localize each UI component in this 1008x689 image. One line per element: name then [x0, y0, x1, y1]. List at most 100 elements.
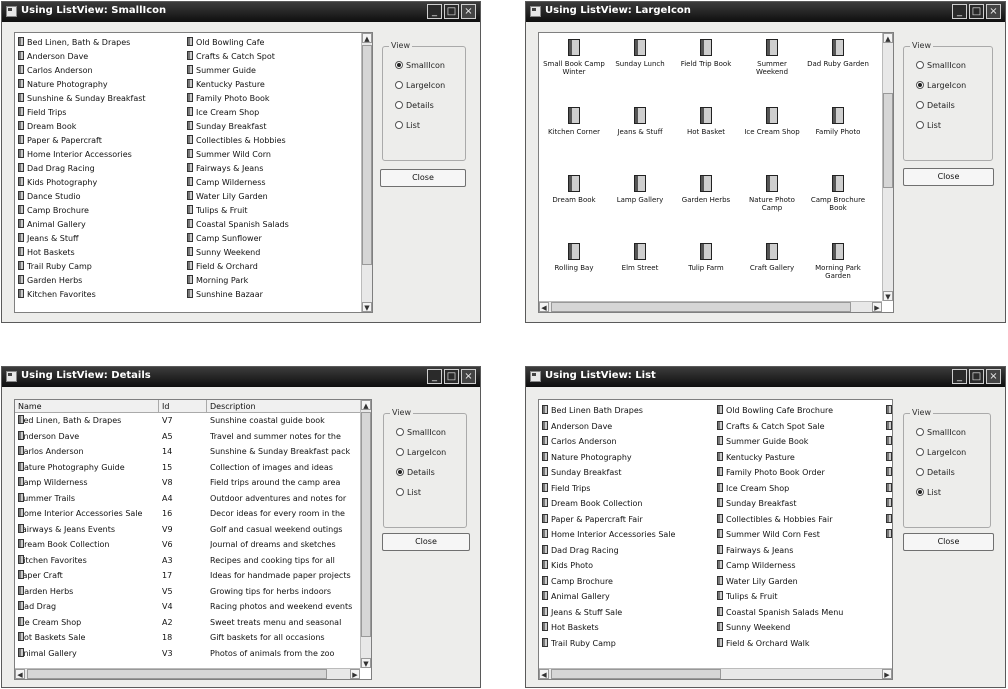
list-item[interactable]: Trail Ruby Camp	[542, 637, 712, 649]
list-item[interactable]: Jeans & Stuff Sale	[542, 606, 712, 618]
icon-item[interactable]: Craft Gallery	[741, 243, 803, 303]
view-radio-list[interactable]: List	[396, 488, 421, 497]
list-item[interactable]: Old Bowling Cafe Brochure	[717, 405, 882, 416]
list-item[interactable]: Sunny Weekend	[187, 247, 357, 258]
icon-item[interactable]: Family Photo	[807, 107, 869, 167]
icon-item[interactable]: Hot Basket	[675, 107, 737, 167]
view-radio-smallicon[interactable]: SmallIcon	[916, 61, 966, 70]
title-bar[interactable]: Using ListView: Details _ □ ×	[2, 367, 480, 387]
column-header-id[interactable]: Id	[159, 400, 207, 413]
close-button[interactable]: ×	[461, 4, 476, 19]
icon-item[interactable]: Jeans & Stuff	[609, 107, 671, 167]
list-item[interactable]: Crafts & Catch Spot Sale	[717, 420, 882, 432]
close-action-button[interactable]: Close	[903, 168, 994, 186]
vertical-scrollbar[interactable]: ▲ ▼	[360, 400, 371, 668]
icon-item[interactable]: Garden Herbs	[675, 175, 737, 235]
list-item[interactable]: Nature Photography	[18, 79, 183, 90]
listview-small-icons[interactable]: ▲ ▼ Bed Linen, Bath & Drapes Anderson Dav…	[14, 32, 373, 313]
minimize-button[interactable]: _	[427, 4, 442, 19]
maximize-button[interactable]: □	[969, 4, 984, 19]
scroll-thumb[interactable]	[361, 412, 371, 637]
scroll-up-arrow[interactable]: ▲	[362, 33, 372, 43]
title-bar[interactable]: Using ListView: List _ □ ×	[526, 367, 1005, 387]
list-item[interactable]: Hot Baskets	[542, 622, 712, 633]
list-item[interactable]: Dream Book Collection	[542, 498, 712, 509]
scroll-right-arrow[interactable]: ▶	[872, 302, 882, 312]
scroll-thumb-horizontal[interactable]	[27, 669, 327, 679]
list-item[interactable]: Trail Ruby Camp	[18, 261, 183, 272]
list-item[interactable]: Summer Wild Corn Fest	[717, 529, 882, 540]
horizontal-scrollbar[interactable]: ◀ ▶	[539, 668, 892, 679]
list-item[interactable]: Bed Linen, Bath & Drapes	[18, 37, 183, 48]
scroll-up-arrow[interactable]: ▲	[883, 33, 893, 43]
list-item[interactable]: Anderson Dave	[18, 51, 183, 62]
list-item[interactable]: Paper & Papercraft Fair	[542, 513, 712, 525]
list-item[interactable]: Old Bowling Cafe	[187, 37, 357, 48]
table-row[interactable]: Nature Photography Guide 15 Collection of …	[15, 461, 360, 473]
minimize-button[interactable]: _	[427, 369, 442, 384]
view-radio-details[interactable]: Details	[916, 468, 955, 477]
list-item[interactable]: Water Lily Garden	[187, 191, 357, 202]
view-radio-details[interactable]: Details	[396, 468, 435, 477]
list-item[interactable]: Sunday Breakfast	[717, 498, 882, 509]
list-item[interactable]: Fairways & Jeans	[717, 544, 882, 556]
icon-item[interactable]: Tulip Farm	[675, 243, 737, 303]
icon-item[interactable]: Small Book Camp Winter	[543, 39, 605, 99]
scroll-thumb-horizontal[interactable]	[551, 302, 851, 312]
scroll-up-arrow[interactable]: ▲	[361, 400, 371, 410]
view-radio-largeicon[interactable]: LargeIcon	[395, 81, 445, 90]
list-item[interactable]: Family Photo Book	[187, 93, 357, 104]
list-item[interactable]: Fairways & Jeans	[187, 163, 357, 174]
list-item[interactable]: Carlos Anderson	[18, 65, 183, 76]
list-item[interactable]: Sunny Weekend	[717, 622, 882, 633]
view-radio-smallicon[interactable]: SmallIcon	[395, 61, 445, 70]
list-item[interactable]: Dream Book	[18, 121, 183, 132]
close-action-button[interactable]: Close	[903, 533, 994, 551]
table-row[interactable]: Paper Craft 17 Ideas for handmade paper pr…	[15, 570, 360, 581]
icon-item[interactable]: Rolling Bay	[543, 243, 605, 303]
view-radio-list[interactable]: List	[916, 488, 941, 497]
icon-item[interactable]: Lamp Gallery	[609, 175, 671, 235]
scroll-down-arrow[interactable]: ▼	[361, 658, 371, 668]
view-radio-list[interactable]: List	[916, 121, 941, 130]
list-item[interactable]: Nature Photography	[542, 451, 712, 463]
maximize-button[interactable]: □	[969, 369, 984, 384]
column-header-name[interactable]: Name	[15, 400, 159, 413]
list-item[interactable]: Camp Wilderness	[717, 560, 882, 571]
table-row[interactable]: Fairways & Jeans Events V9 Golf and casual…	[15, 523, 360, 535]
list-item[interactable]: Home Interior Accessories	[18, 149, 183, 160]
table-row[interactable]: Dream Book Collection V6 Journal of dreams…	[15, 539, 360, 550]
list-item[interactable]: Family Photo Book Order	[717, 467, 882, 478]
scroll-thumb[interactable]	[362, 45, 372, 265]
view-radio-largeicon[interactable]: LargeIcon	[916, 81, 966, 90]
list-item[interactable]: Field & Orchard Walk	[717, 637, 882, 649]
list-item[interactable]: Sunday Breakfast	[542, 467, 712, 478]
list-item[interactable]: Coastal Spanish Salads	[187, 219, 357, 230]
list-item[interactable]: Camp Brochure	[542, 575, 712, 587]
table-row[interactable]: Animal Gallery V3 Photos of animals from t…	[15, 647, 360, 659]
list-item[interactable]: Sunshine Bazaar	[187, 289, 357, 300]
view-radio-largeicon[interactable]: LargeIcon	[396, 448, 446, 457]
table-row[interactable]: Summer Trails A4 Outdoor adventures and no…	[15, 492, 360, 504]
list-item[interactable]: Camp Sunflower	[187, 233, 357, 244]
list-item[interactable]: Kids Photo	[542, 560, 712, 571]
view-radio-smallicon[interactable]: SmallIcon	[396, 428, 446, 437]
icon-item[interactable]: Camp Brochure Book	[807, 175, 869, 235]
table-row[interactable]: Hot Baskets Sale 18 Gift baskets for all o…	[15, 632, 360, 643]
table-row[interactable]: Camp Wilderness V8 Field trips around the …	[15, 477, 360, 488]
list-item[interactable]: Camp Wilderness	[187, 177, 357, 188]
minimize-button[interactable]: _	[952, 4, 967, 19]
table-row[interactable]: Carlos Anderson 14 Sunshine & Sunday Break…	[15, 446, 360, 457]
listview-list[interactable]: ◀ ▶ Bed Linen Bath Drapes Anderson Dave Ca…	[538, 399, 893, 680]
view-radio-smallicon[interactable]: SmallIcon	[916, 428, 966, 437]
list-item[interactable]: Kids Photography	[18, 177, 183, 188]
close-button[interactable]: ×	[986, 369, 1001, 384]
icon-item[interactable]: Summer Weekend	[741, 39, 803, 99]
list-item[interactable]: Sunshine & Sunday Breakfast	[18, 93, 183, 104]
list-item[interactable]: Tulips & Fruit	[717, 591, 882, 602]
list-item[interactable]: Summer Guide	[187, 65, 357, 76]
list-item[interactable]: Dance Studio	[18, 191, 183, 202]
icon-item[interactable]: Morning Park Garden	[807, 243, 869, 303]
list-item[interactable]: Carlos Anderson	[542, 436, 712, 447]
title-bar[interactable]: Using ListView: SmallIcon _ □ ×	[2, 2, 480, 22]
